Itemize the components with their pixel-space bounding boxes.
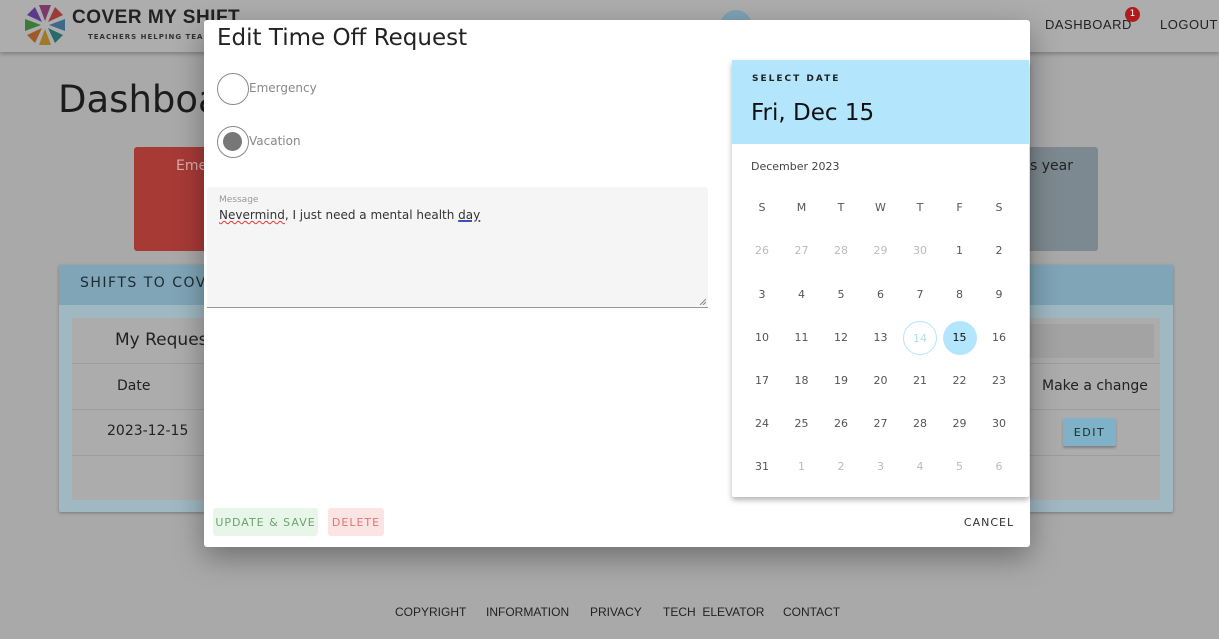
calendar-day[interactable]: 27: [864, 407, 898, 441]
card-label: s year: [1030, 158, 1073, 174]
calendar-day-outside: 30: [913, 244, 927, 257]
calendar-day-outside: 2: [837, 460, 845, 473]
column-header: Date: [117, 378, 151, 394]
calendar-day[interactable]: 22: [943, 364, 977, 398]
nav-dashboard[interactable]: DASHBOARD: [1045, 17, 1132, 32]
date-picker-header: SELECT DATE Fri, Dec 15: [732, 60, 1029, 144]
calendar-day-outside: 29: [873, 244, 888, 257]
edit-button[interactable]: EDIT: [1063, 418, 1116, 446]
calendar-day[interactable]: 20: [864, 364, 898, 398]
calendar-day[interactable]: 15: [942, 321, 977, 355]
edit-time-off-dialog: Edit Time Off Request Emergency Vacation…: [204, 20, 1030, 547]
calendar-day[interactable]: 28: [903, 407, 937, 441]
footer-link-copyright[interactable]: COPYRIGHT: [395, 605, 466, 619]
calendar-day[interactable]: 17: [745, 364, 779, 398]
calendar-day-outside: 6: [995, 460, 1003, 473]
radio-selected-dot: [223, 132, 242, 151]
radio-label[interactable]: Emergency: [249, 81, 317, 95]
calendar-day[interactable]: 2: [982, 234, 1016, 268]
calendar-day-outside: 1: [798, 460, 805, 473]
calendar-day[interactable]: 7: [903, 278, 937, 312]
update-save-button[interactable]: UPDATE & SAVE: [213, 508, 318, 536]
weekday-header: M: [796, 201, 807, 214]
card-label: Eme: [176, 158, 208, 174]
selected-date-display: Fri, Dec 15: [751, 100, 875, 126]
row-date: 2023-12-15: [107, 423, 189, 439]
footer-link-information[interactable]: INFORMATION: [486, 605, 569, 619]
weekday-header: F: [956, 201, 963, 214]
month-label: December 2023: [751, 160, 840, 173]
weekday-header: T: [916, 201, 924, 214]
calendar-day[interactable]: 23: [982, 364, 1016, 398]
calendar-day[interactable]: 24: [745, 407, 779, 441]
calendar-day[interactable]: 31: [745, 450, 779, 484]
calendar-day[interactable]: 25: [785, 407, 819, 441]
select-date-label: SELECT DATE: [752, 74, 841, 84]
footer-link-contact[interactable]: CONTACT: [783, 605, 840, 619]
calendar-day[interactable]: 1: [943, 234, 977, 268]
table-title: My Reques: [115, 330, 208, 350]
resize-handle-icon[interactable]: [699, 298, 706, 305]
weekday-header: W: [875, 201, 886, 214]
date-picker: SELECT DATE Fri, Dec 15 December 2023 S M…: [732, 60, 1029, 497]
radio-emergency[interactable]: [217, 73, 249, 105]
calendar-day[interactable]: 3: [745, 278, 779, 312]
logo-icon: [25, 5, 65, 45]
message-value: Nevermind, I just need a mental health d…: [219, 208, 481, 222]
panel-title: SHIFTS TO COVE: [80, 275, 218, 291]
calendar-day[interactable]: 11: [785, 321, 819, 355]
calendar-day[interactable]: 8: [943, 278, 977, 312]
weekday-header: S: [758, 201, 766, 214]
calendar-day[interactable]: 29: [943, 407, 977, 441]
calendar-day-outside: 5: [956, 460, 963, 473]
column-header: Make a change: [1042, 378, 1148, 394]
calendar-day-outside: 3: [877, 460, 884, 473]
footer-link-tech-elevator[interactable]: TECH ELEVATOR: [663, 605, 764, 619]
calendar-day[interactable]: 14: [903, 321, 937, 355]
weekday-header: S: [995, 201, 1003, 214]
weekday-header: T: [837, 201, 845, 214]
calendar-day-outside: 27: [794, 244, 809, 257]
calendar-day[interactable]: 18: [785, 364, 819, 398]
footer-link-privacy[interactable]: PRIVACY: [590, 605, 642, 619]
calendar-day-outside: 4: [916, 460, 924, 473]
notification-badge: 1: [1125, 7, 1140, 22]
calendar-day[interactable]: 13: [864, 321, 898, 355]
calendar-day[interactable]: 30: [982, 407, 1016, 441]
calendar-day[interactable]: 9: [982, 278, 1016, 312]
delete-button[interactable]: DELETE: [328, 508, 384, 536]
message-textarea[interactable]: Message Nevermind, I just need a mental …: [207, 187, 708, 308]
calendar-day[interactable]: 6: [864, 278, 898, 312]
calendar-day[interactable]: 16: [982, 321, 1016, 355]
radio-vacation[interactable]: [217, 126, 249, 158]
calendar-day[interactable]: 4: [785, 278, 819, 312]
calendar-day[interactable]: 12: [824, 321, 858, 355]
calendar-day-outside: 28: [834, 244, 848, 257]
brand-tagline: TEACHERS HELPING TEA: [88, 33, 204, 41]
calendar-day[interactable]: 5: [824, 278, 858, 312]
calendar-day[interactable]: 19: [824, 364, 858, 398]
message-label: Message: [219, 195, 259, 205]
dialog-title: Edit Time Off Request: [217, 25, 468, 51]
radio-label[interactable]: Vacation: [249, 134, 301, 148]
calendar-day[interactable]: 10: [745, 321, 779, 355]
calendar-day[interactable]: 21: [903, 364, 937, 398]
cancel-button[interactable]: CANCEL: [956, 508, 1022, 536]
calendar-day-outside: 26: [755, 244, 769, 257]
nav-logout[interactable]: LOGOUT: [1160, 17, 1218, 32]
calendar-day[interactable]: 26: [824, 407, 858, 441]
